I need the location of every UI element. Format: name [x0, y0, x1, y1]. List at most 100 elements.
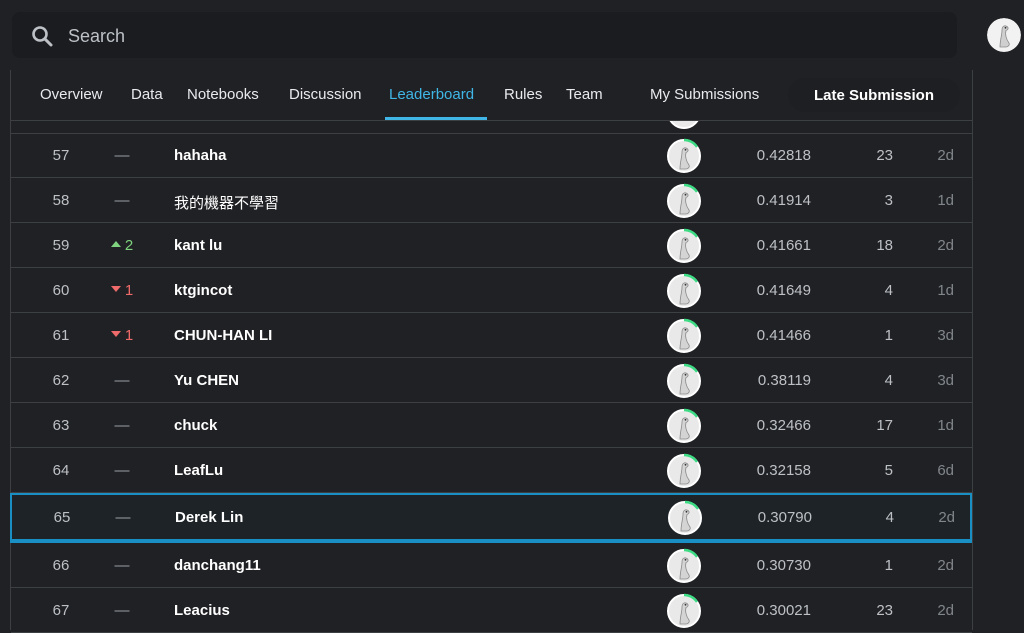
last-submission: 3d	[937, 372, 954, 389]
team-avatar-icon[interactable]	[667, 500, 703, 536]
entries-count: 1	[884, 327, 893, 344]
team-avatar-icon[interactable]	[666, 408, 702, 444]
score: 0.32158	[756, 462, 811, 479]
team-avatar-icon[interactable]	[666, 183, 702, 219]
table-row[interactable]: 57 — hahaha 0.42818 23 2d	[11, 134, 972, 178]
rank: 58	[52, 192, 70, 209]
team-name[interactable]: ktgincot	[174, 282, 232, 299]
team-name[interactable]: kant lu	[174, 237, 222, 254]
tab-team[interactable]: Team	[566, 86, 603, 103]
rank: 65	[53, 509, 71, 526]
score: 0.41649	[756, 282, 811, 299]
team-name[interactable]: Leacius	[174, 602, 230, 619]
rank: 67	[52, 602, 70, 619]
late-submission-button[interactable]: Late Submission	[788, 78, 960, 112]
last-submission: 2d	[937, 147, 954, 164]
entries-count: 18	[876, 237, 893, 254]
team-avatar-icon[interactable]	[666, 228, 702, 264]
team-avatar-icon[interactable]	[666, 138, 702, 174]
rank-change: —	[101, 602, 143, 619]
tab-overview[interactable]: Overview	[40, 86, 103, 103]
last-submission: 6d	[937, 462, 954, 479]
search-icon	[32, 26, 53, 47]
team-avatar-icon[interactable]	[666, 593, 702, 629]
rank: 61	[52, 327, 70, 344]
rank-change: —	[101, 192, 143, 209]
team-name[interactable]: hahaha	[174, 147, 227, 164]
score: 0.41661	[756, 237, 811, 254]
tab-bar: Overview Data Notebooks Discussion Leade…	[11, 70, 972, 121]
search-input[interactable]	[66, 20, 930, 52]
rank-down-icon	[110, 286, 121, 293]
team-avatar-icon[interactable]	[666, 453, 702, 489]
score: 0.41914	[756, 192, 811, 209]
rank: 63	[52, 417, 70, 434]
last-submission: 1d	[937, 417, 954, 434]
team-name[interactable]: chuck	[174, 417, 217, 434]
table-row[interactable]: 60 1 ktgincot 0.41649 4 1d	[11, 269, 972, 313]
rank-change-value: 2	[124, 237, 134, 254]
rank-change: 2	[101, 237, 143, 254]
entries-count: 23	[876, 602, 893, 619]
last-submission: 2d	[937, 602, 954, 619]
entries-count: 3	[884, 192, 893, 209]
table-row[interactable]: 63 — chuck 0.32466 17 1d	[11, 404, 972, 448]
user-avatar[interactable]	[987, 18, 1021, 52]
score: 0.38119	[757, 372, 811, 389]
rank-change: —	[101, 462, 143, 479]
tab-rules[interactable]: Rules	[504, 86, 542, 103]
rank-change-value: —	[114, 417, 130, 434]
team-name[interactable]: Derek Lin	[175, 509, 243, 526]
rank-change: —	[102, 509, 144, 526]
last-submission: 2d	[937, 237, 954, 254]
team-name[interactable]: Yu CHEN	[174, 372, 239, 389]
rank-change: —	[101, 372, 143, 389]
team-avatar-icon[interactable]	[666, 548, 702, 584]
rank-change: —	[101, 147, 143, 164]
rank: 57	[52, 147, 70, 164]
table-row-current-user[interactable]: 65 — Derek Lin 0.30790 4 2d	[10, 493, 972, 543]
team-name[interactable]: danchang11	[174, 557, 261, 574]
table-row[interactable]: 67 — Leacius 0.30021 23 2d	[11, 589, 972, 633]
entries-count: 23	[876, 147, 893, 164]
score: 0.30790	[757, 509, 812, 526]
rank-up-icon	[110, 241, 121, 248]
rank-change: —	[101, 557, 143, 574]
leaderboard-panel: 57— hahaha 0.42818 23 2d 58— 我的機器不學習 0.41914 3 1d…	[10, 70, 973, 633]
table-row[interactable]: 58 — 我的機器不學習 0.41914 3 1d	[11, 179, 972, 223]
tab-my-submissions[interactable]: My Submissions	[650, 86, 759, 103]
team-name[interactable]: 我的機器不學習	[174, 192, 279, 213]
last-submission: 1d	[937, 192, 954, 209]
rank: 59	[52, 237, 70, 254]
table-row[interactable]: 64 — LeafLu 0.32158 5 6d	[11, 449, 972, 493]
entries-count: 4	[885, 509, 894, 526]
rank-change: —	[101, 417, 143, 434]
tab-notebooks[interactable]: Notebooks	[187, 86, 259, 103]
rank: 60	[52, 282, 70, 299]
entries-count: 4	[884, 282, 893, 299]
tab-leaderboard[interactable]: Leaderboard	[389, 86, 474, 103]
table-row[interactable]: 66 — danchang11 0.30730 1 2d	[11, 544, 972, 588]
rank-change: 1	[101, 327, 143, 344]
rank: 64	[52, 462, 70, 479]
table-row[interactable]: 62 — Yu CHEN 0.38119 4 3d	[11, 359, 972, 403]
tab-discussion[interactable]: Discussion	[289, 86, 362, 103]
table-row[interactable]: 61 1 CHUN-HAN LI 0.41466 1 3d	[11, 314, 972, 358]
rank-change-value: —	[114, 602, 130, 619]
table-row[interactable]: 59 2 kant lu 0.41661 18 2d	[11, 224, 972, 268]
tab-data[interactable]: Data	[131, 86, 163, 103]
team-name[interactable]: CHUN-HAN LI	[174, 327, 272, 344]
team-avatar-icon[interactable]	[666, 363, 702, 399]
search-bar[interactable]	[12, 12, 957, 58]
entries-count: 1	[884, 557, 893, 574]
rank: 62	[52, 372, 70, 389]
entries-count: 5	[884, 462, 893, 479]
team-avatar-icon[interactable]	[666, 318, 702, 354]
active-tab-indicator	[385, 117, 487, 120]
rank-change-value: —	[114, 462, 130, 479]
score: 0.42818	[756, 147, 811, 164]
last-submission: 3d	[937, 327, 954, 344]
rank-change-value: 1	[124, 327, 134, 344]
team-name[interactable]: LeafLu	[174, 462, 223, 479]
team-avatar-icon[interactable]	[666, 273, 702, 309]
